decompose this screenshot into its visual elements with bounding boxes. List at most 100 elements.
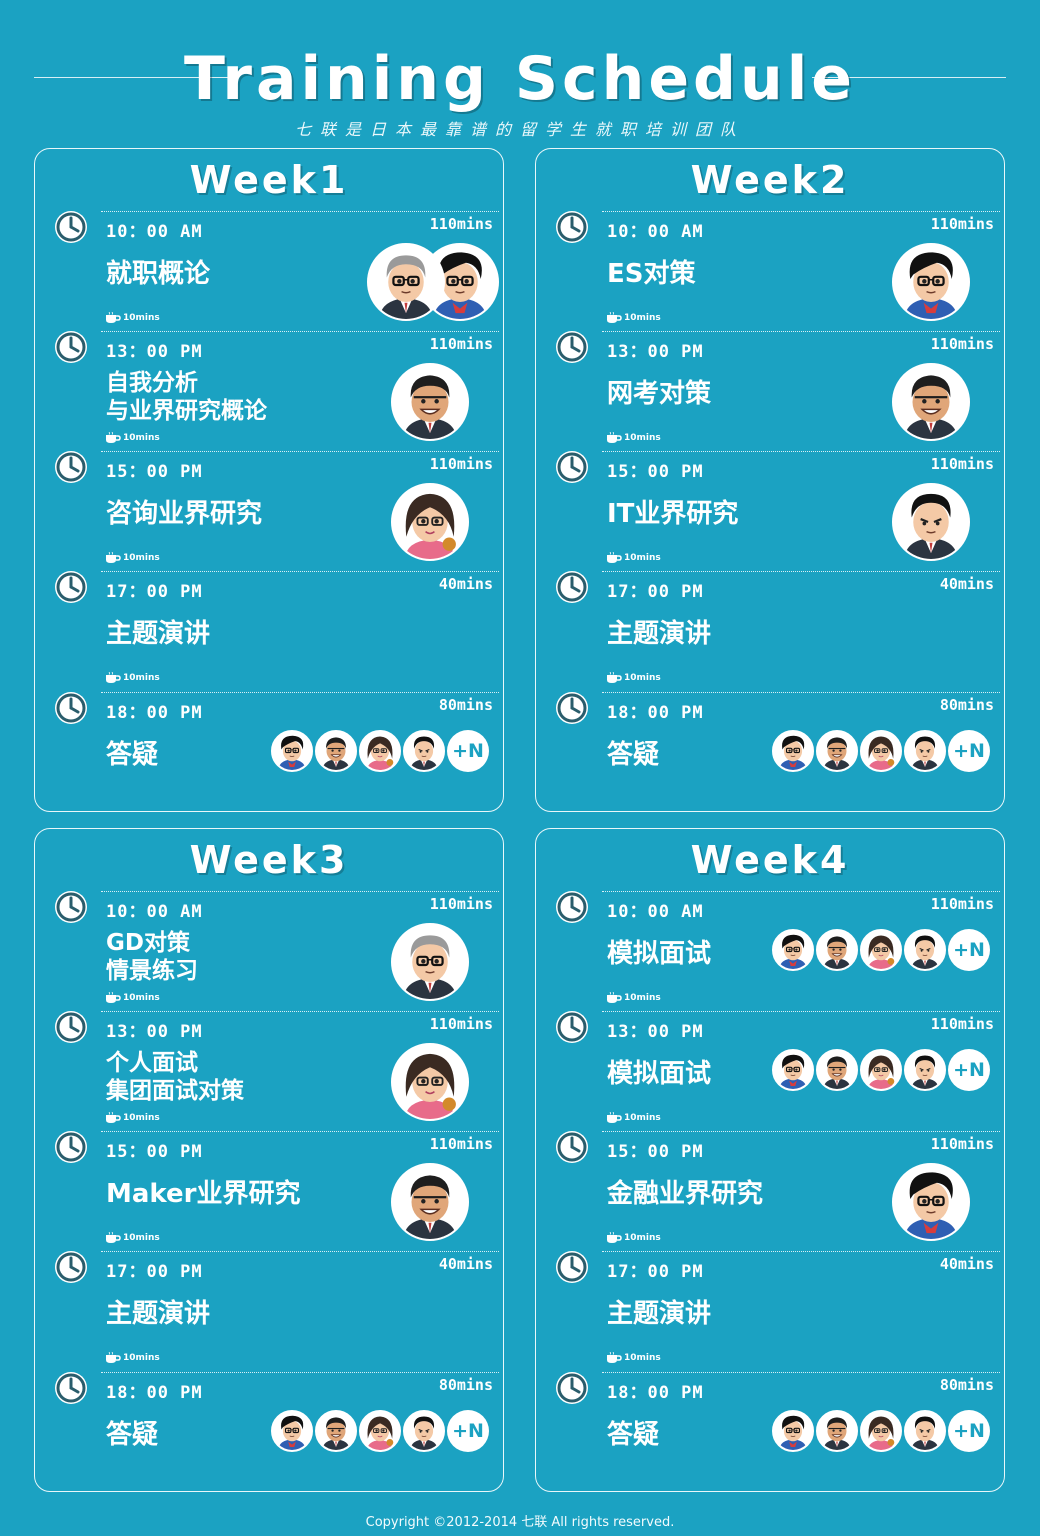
avatar-glasses-man-hero: [271, 1410, 313, 1452]
avatar-suit-man: [904, 1049, 946, 1091]
clock-icon: [556, 451, 588, 483]
slot-topic: 模拟面试: [607, 939, 712, 969]
schedule-slot: 13：00 PM 110mins 自我分析 与业界研究概论 10mins: [35, 331, 505, 451]
more-people-badge: +N: [948, 929, 990, 971]
slot-topic: 自我分析 与业界研究概论: [106, 370, 267, 424]
slot-divider: [101, 1372, 499, 1373]
slot-divider: [602, 331, 1000, 332]
break-indicator: 10mins: [606, 431, 661, 444]
page-title: Training Schedule: [184, 44, 856, 114]
schedule-slot: 10：00 AM 110mins 模拟面试 +N 10mins: [536, 891, 1006, 1011]
avatar-grin-man: [315, 730, 357, 772]
schedule-slot: 17：00 PM 40mins 主题演讲 10mins: [536, 1251, 1006, 1371]
slot-divider: [602, 692, 1000, 693]
avatar-glasses-man-suit: [391, 923, 469, 1001]
more-people-badge: +N: [948, 1410, 990, 1452]
coffee-cup-icon: [606, 431, 622, 444]
schedule-slot: 17：00 PM 40mins 主题演讲 10mins: [536, 571, 1006, 691]
avatar-grin-man: [816, 730, 858, 772]
clock-icon: [556, 1372, 588, 1404]
clock-icon: [55, 1251, 87, 1283]
slot-time: 18：00 PM: [607, 703, 704, 723]
slot-time: 15：00 PM: [106, 462, 203, 482]
avatar-suit-man: [904, 1410, 946, 1452]
slot-divider: [101, 571, 499, 572]
avatar-suit-man: [403, 1410, 445, 1452]
schedule-slot: 17：00 PM 40mins 主题演讲 10mins: [35, 571, 505, 691]
coffee-cup-icon: [606, 311, 622, 324]
slot-time: 13：00 PM: [607, 1022, 704, 1042]
break-label: 10mins: [123, 1353, 160, 1363]
avatar-woman-glasses: [860, 730, 902, 772]
slot-duration: 110mins: [429, 1015, 493, 1033]
avatar-woman-glasses: [860, 1410, 902, 1452]
slot-topic: 金融业界研究: [607, 1179, 764, 1209]
slot-duration: 40mins: [438, 1255, 493, 1273]
slot-divider: [602, 1011, 1000, 1012]
avatar-grin-man: [391, 363, 469, 441]
slot-divider: [101, 211, 499, 212]
break-label: 10mins: [624, 313, 661, 323]
slot-topic: 答疑: [607, 740, 660, 770]
week-panel-1: Week1 10：00 AM 110mins 就职概论 10mins 13：00 PM 11…: [34, 148, 504, 812]
clock-icon: [55, 451, 87, 483]
slot-time: 10：00 AM: [607, 222, 704, 242]
avatar-woman-glasses: [391, 483, 469, 561]
slot-duration: 80mins: [939, 696, 994, 714]
slot-duration: 40mins: [438, 575, 493, 593]
schedule-slot: 13：00 PM 110mins 模拟面试 +N 10mins: [536, 1011, 1006, 1131]
break-label: 10mins: [624, 1233, 661, 1243]
slot-time: 13：00 PM: [607, 342, 704, 362]
avatar-woman-glasses: [860, 1049, 902, 1091]
slot-time: 18：00 PM: [106, 1383, 203, 1403]
slot-time: 18：00 PM: [106, 703, 203, 723]
break-label: 10mins: [123, 993, 160, 1003]
slot-divider: [602, 891, 1000, 892]
slot-duration: 40mins: [939, 575, 994, 593]
coffee-cup-icon: [105, 431, 121, 444]
slot-divider: [101, 891, 499, 892]
avatar-suit-man: [403, 730, 445, 772]
slot-divider: [101, 1131, 499, 1132]
avatar-glasses-man-hero: [772, 1049, 814, 1091]
schedule-slot: 18：00 PM 80mins 答疑 +N: [35, 692, 505, 812]
slot-topic: 主题演讲: [106, 1299, 211, 1329]
slot-time: 18：00 PM: [607, 1383, 704, 1403]
slot-topic: 答疑: [607, 1420, 660, 1450]
avatar-glasses-man-hero: [772, 929, 814, 971]
break-indicator: 10mins: [606, 991, 661, 1004]
break-label: 10mins: [624, 1113, 661, 1123]
break-label: 10mins: [624, 673, 661, 683]
avatar-glasses-man-hero: [892, 1163, 970, 1241]
coffee-cup-icon: [105, 1231, 121, 1244]
slot-duration: 110mins: [930, 1015, 994, 1033]
slot-time: 15：00 PM: [607, 1142, 704, 1162]
break-label: 10mins: [624, 553, 661, 563]
break-indicator: 10mins: [606, 1231, 661, 1244]
avatar-grin-man: [391, 1163, 469, 1241]
clock-icon: [55, 331, 87, 363]
slot-topic: 答疑: [106, 740, 159, 770]
slot-duration: 110mins: [429, 335, 493, 353]
clock-icon: [556, 571, 588, 603]
avatar-suit-man: [892, 483, 970, 561]
clock-icon: [55, 1372, 87, 1404]
clock-icon: [55, 1131, 87, 1163]
slot-time: 10：00 AM: [106, 902, 203, 922]
slot-divider: [602, 451, 1000, 452]
break-label: 10mins: [624, 1353, 661, 1363]
break-label: 10mins: [624, 433, 661, 443]
clock-icon: [556, 1131, 588, 1163]
slot-duration: 110mins: [930, 455, 994, 473]
slot-time: 17：00 PM: [607, 582, 704, 602]
schedule-slot: 18：00 PM 80mins 答疑 +N: [35, 1372, 505, 1492]
avatar-glasses-man-suit: [367, 243, 445, 321]
more-people-badge: +N: [948, 1049, 990, 1091]
schedule-slot: 10：00 AM 110mins 就职概论 10mins: [35, 211, 505, 331]
slot-topic: 答疑: [106, 1420, 159, 1450]
break-indicator: 10mins: [105, 1111, 160, 1124]
schedule-slot: 13：00 PM 110mins 网考对策 10mins: [536, 331, 1006, 451]
slot-divider: [602, 1131, 1000, 1132]
slot-duration: 80mins: [939, 1376, 994, 1394]
avatar-woman-glasses: [359, 1410, 401, 1452]
